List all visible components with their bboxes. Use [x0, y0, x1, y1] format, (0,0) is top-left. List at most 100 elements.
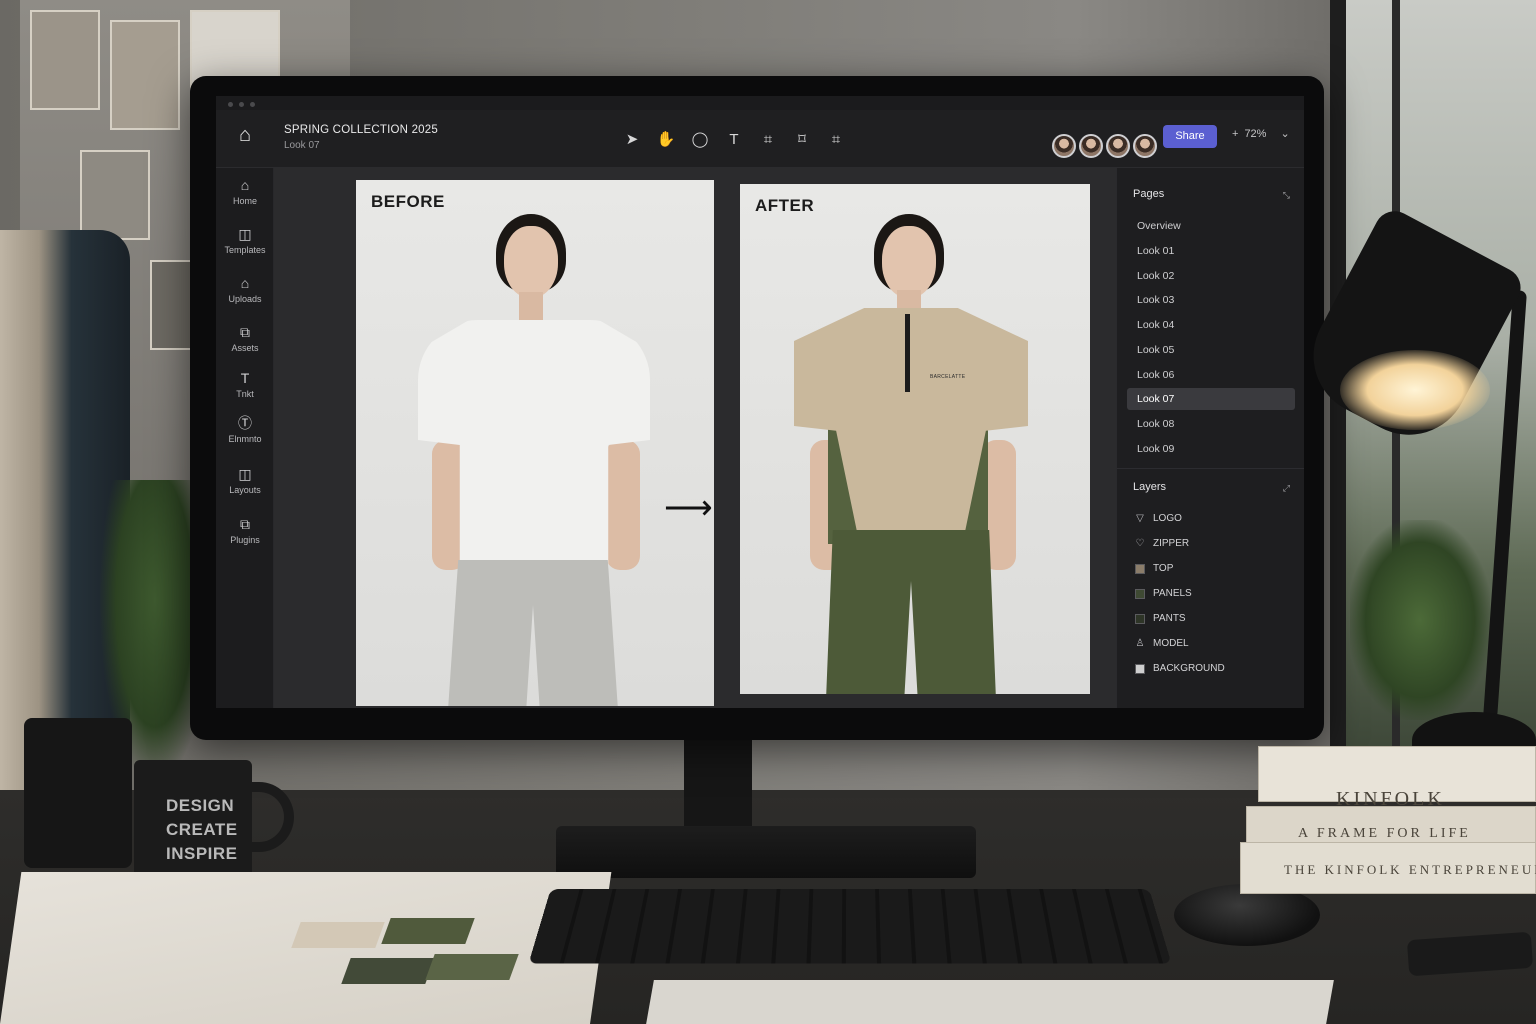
- pen-holder: [24, 718, 132, 868]
- sidebar-item-elements[interactable]: Ⓣ Elnmnto: [216, 414, 274, 444]
- page-item-look-03[interactable]: Look 03: [1127, 289, 1295, 311]
- crop-tool-icon[interactable]: ⌑: [792, 130, 812, 150]
- plugins-icon: ⧉: [240, 516, 250, 532]
- sidebar-item-templates[interactable]: ◫ Templates: [216, 225, 274, 255]
- model-before[interactable]: [356, 180, 714, 706]
- fabric-swatch: [291, 922, 385, 948]
- share-button[interactable]: Share: [1163, 125, 1217, 148]
- pages-title: Pages: [1133, 188, 1165, 200]
- fabric-swatch: [341, 958, 435, 984]
- olive-trousers[interactable]: [826, 530, 996, 694]
- collapse-pages-icon[interactable]: ⤡: [1283, 190, 1290, 201]
- layer-panels[interactable]: PANELS: [1135, 584, 1192, 604]
- toolbar: ➤ ✋ ◯ T ⌗ ⌑ ⌗: [622, 130, 846, 150]
- app-logo-icon[interactable]: ⌂: [234, 124, 256, 146]
- avatar[interactable]: [1079, 134, 1103, 158]
- text-tool-icon[interactable]: T: [724, 130, 744, 150]
- mug-text-line: DESIGN: [166, 796, 235, 815]
- document-subtitle: Look 07: [284, 140, 320, 151]
- zoom-plus-icon[interactable]: +: [1232, 128, 1238, 140]
- zoom-control[interactable]: + 72% ⌄: [1232, 127, 1290, 141]
- layer-logo[interactable]: ▽ LOGO: [1135, 509, 1182, 529]
- sidebar-item-plugins[interactable]: ⧉ Plugins: [216, 515, 274, 545]
- sketchbook: [0, 872, 612, 1024]
- sidebar-item-label: Assets: [231, 343, 259, 353]
- left-sidebar: ⌂ Home ◫ Templates ⌂ Uploads ⧉ Assets T …: [216, 168, 274, 708]
- zoom-level: 72%: [1244, 127, 1267, 140]
- hand-tool-icon[interactable]: ✋: [656, 130, 676, 150]
- color-swatch: [1135, 564, 1145, 574]
- fabric-swatch: [425, 954, 519, 980]
- book-title: A FRAME FOR LIFE: [1298, 826, 1471, 841]
- triangle-icon: ▽: [1136, 513, 1144, 524]
- sidebar-item-assets[interactable]: ⧉ Assets: [216, 323, 274, 353]
- layer-model[interactable]: ♙ MODEL: [1135, 634, 1189, 654]
- page-item-look-02[interactable]: Look 02: [1127, 265, 1295, 287]
- layouts-icon: ◫: [238, 466, 252, 482]
- avatar[interactable]: [1106, 134, 1130, 158]
- page-item-look-07[interactable]: Look 07: [1127, 388, 1295, 410]
- uploads-icon: ⌂: [240, 275, 250, 291]
- avatar[interactable]: [1052, 134, 1076, 158]
- layer-top[interactable]: TOP: [1135, 559, 1173, 579]
- sidebar-item-label: Templates: [224, 245, 266, 255]
- page-item-overview[interactable]: Overview: [1127, 215, 1295, 237]
- right-panel: Pages ⤡ Overview Look 01 Look 02 Look 03…: [1116, 168, 1304, 708]
- elements-icon: Ⓣ: [238, 415, 252, 431]
- app-screen: ⌂ SPRING COLLECTION 2025 Look 07 ➤ ✋ ◯ T…: [216, 96, 1304, 708]
- top-bar: ⌂ SPRING COLLECTION 2025 Look 07 ➤ ✋ ◯ T…: [216, 110, 1304, 168]
- book-title: THE KINFOLK ENTREPRENEUR: [1284, 862, 1536, 877]
- layer-label: BACKGROUND: [1153, 663, 1225, 674]
- layer-label: TOP: [1153, 563, 1174, 574]
- frame-tool-icon[interactable]: ⌗: [758, 130, 778, 150]
- mug-text-line: CREATE: [166, 820, 238, 839]
- keyboard: [528, 889, 1172, 964]
- home-icon: ⌂: [240, 177, 250, 193]
- page-item-look-09[interactable]: Look 09: [1127, 438, 1295, 460]
- document-title[interactable]: SPRING COLLECTION 2025: [284, 124, 438, 136]
- sketch-paper: [646, 980, 1334, 1024]
- layer-label: MODEL: [1153, 638, 1189, 649]
- page-item-look-08[interactable]: Look 08: [1127, 413, 1295, 435]
- layer-zipper[interactable]: ♡ ZIPPER: [1135, 534, 1190, 554]
- sidebar-item-label: Plugins: [230, 535, 260, 545]
- layer-pants[interactable]: PANTS: [1135, 609, 1186, 629]
- design-canvas[interactable]: BEFORE ⟶ AFTER BARCELATTE: [274, 168, 1116, 708]
- collapse-layers-icon[interactable]: ⤢: [1283, 483, 1290, 494]
- transform-tool-icon[interactable]: ⌗: [826, 130, 846, 150]
- page-item-look-04[interactable]: Look 04: [1127, 314, 1295, 336]
- layer-background[interactable]: BACKGROUND: [1135, 659, 1225, 679]
- sidebar-item-label: Uploads: [228, 294, 262, 304]
- text-icon: T: [240, 370, 250, 386]
- page-item-look-05[interactable]: Look 05: [1127, 339, 1295, 361]
- sidebar-item-label: Home: [232, 196, 257, 206]
- color-swatch: [1135, 614, 1145, 624]
- sidebar-item-uploads[interactable]: ⌂ Uploads: [216, 274, 274, 304]
- layers-title: Layers: [1133, 481, 1167, 493]
- model-after[interactable]: BARCELATTE: [740, 184, 1090, 694]
- transform-arrow-icon: ⟶: [664, 489, 713, 527]
- chest-logo[interactable]: BARCELATTE: [930, 374, 965, 380]
- layer-label: ZIPPER: [1153, 538, 1190, 549]
- ellipse-tool-icon[interactable]: ◯: [690, 130, 710, 150]
- layer-label: LOGO: [1153, 513, 1182, 524]
- sidebar-item-layouts[interactable]: ◫ Layouts: [216, 465, 274, 495]
- shape-icon: ♡: [1135, 538, 1145, 549]
- artboard-after[interactable]: AFTER BARCELATTE: [740, 184, 1090, 694]
- page-item-look-06[interactable]: Look 06: [1127, 364, 1295, 386]
- sidebar-item-text[interactable]: T Tnkt: [216, 369, 274, 399]
- grey-trousers[interactable]: [448, 560, 618, 706]
- layer-label: PANELS: [1153, 588, 1192, 599]
- artboard-before[interactable]: BEFORE: [356, 180, 714, 706]
- chevron-down-icon[interactable]: ⌄: [1280, 127, 1289, 140]
- select-tool-icon[interactable]: ➤: [622, 130, 642, 150]
- page-item-look-01[interactable]: Look 01: [1127, 240, 1295, 262]
- mug-text-line: INSPIRE: [166, 844, 238, 863]
- templates-icon: ◫: [238, 226, 252, 242]
- zipper[interactable]: [905, 314, 910, 392]
- sidebar-item-home[interactable]: ⌂ Home: [216, 176, 274, 206]
- window-controls[interactable]: [228, 102, 255, 107]
- avatar[interactable]: [1133, 134, 1157, 158]
- monitor-stand-base: [556, 826, 976, 878]
- sidebar-item-label: Elnmnto: [228, 434, 262, 444]
